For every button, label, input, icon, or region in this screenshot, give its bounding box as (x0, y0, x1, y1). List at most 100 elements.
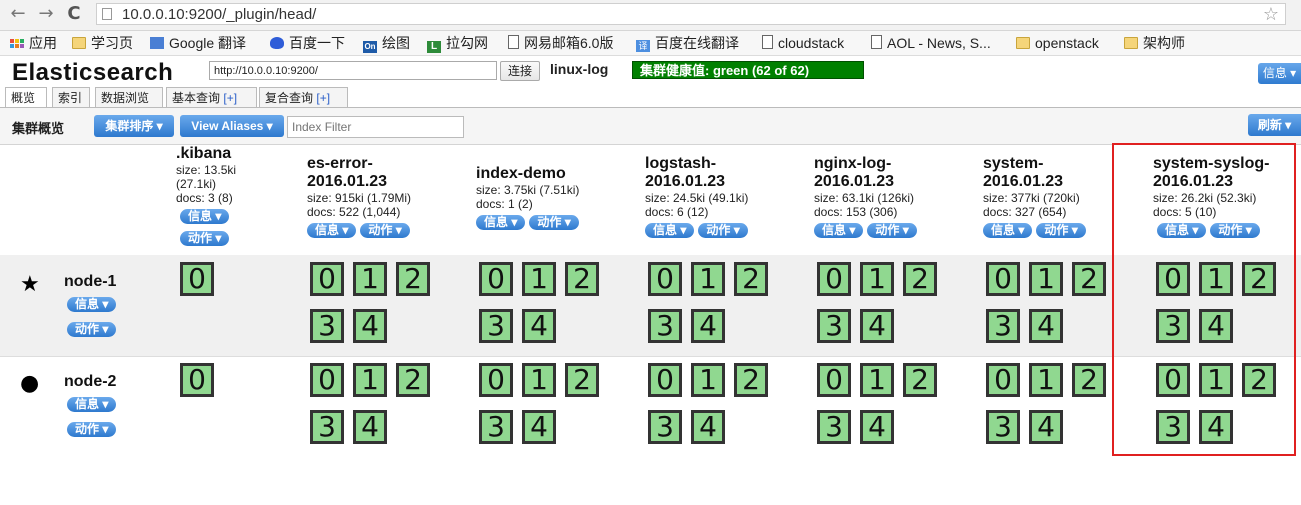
shard-box[interactable]: 4 (353, 309, 387, 343)
shard-box[interactable]: 3 (479, 410, 513, 444)
shard-box[interactable]: 2 (1242, 363, 1276, 397)
shard-box[interactable]: 2 (903, 262, 937, 296)
tab-indices[interactable]: 索引 (52, 87, 90, 107)
shard-box[interactable]: 0 (986, 363, 1020, 397)
address-bar[interactable]: 10.0.0.10:9200/_plugin/head/ ☆ (96, 3, 1286, 25)
index-info-button[interactable]: 信息 ▾ (307, 223, 357, 238)
shard-box[interactable]: 0 (180, 262, 214, 296)
refresh-button[interactable]: 刷新 ▾ (1248, 114, 1301, 136)
shard-box[interactable]: 2 (903, 363, 937, 397)
shard-box[interactable]: 3 (986, 410, 1020, 444)
index-action-button[interactable]: 动作 ▾ (698, 223, 748, 238)
index-info-button[interactable]: 信息 ▾ (814, 223, 864, 238)
shard-box[interactable]: 0 (648, 262, 682, 296)
address-text[interactable]: 10.0.0.10:9200/_plugin/head/ (122, 6, 316, 23)
connect-button[interactable]: 连接 (500, 61, 540, 81)
shard-box[interactable]: 0 (479, 363, 513, 397)
shard-box[interactable]: 2 (734, 262, 768, 296)
shard-box[interactable]: 4 (353, 410, 387, 444)
shard-box[interactable]: 2 (565, 363, 599, 397)
shard-box[interactable]: 0 (479, 262, 513, 296)
bookmark-openstack[interactable]: openstack (1016, 33, 1099, 53)
connect-url-input[interactable] (209, 61, 497, 80)
shard-box[interactable]: 1 (860, 363, 894, 397)
bookmark-apps[interactable]: 应用 (10, 33, 57, 53)
shard-box[interactable]: 3 (310, 410, 344, 444)
shard-box[interactable]: 3 (648, 410, 682, 444)
shard-box[interactable]: 0 (310, 363, 344, 397)
index-action-button[interactable]: 动作 ▾ (867, 223, 917, 238)
bookmark-baidu-translate[interactable]: 译百度在线翻译 (636, 33, 739, 53)
node-action-button[interactable]: 动作 ▾ (67, 322, 117, 337)
shard-box[interactable]: 0 (310, 262, 344, 296)
index-info-button[interactable]: 信息 ▾ (1157, 223, 1207, 238)
node-action-button[interactable]: 动作 ▾ (67, 422, 117, 437)
bookmark-study[interactable]: 学习页 (72, 33, 133, 53)
shard-box[interactable]: 2 (565, 262, 599, 296)
index-info-button[interactable]: 信息 ▾ (180, 209, 230, 224)
index-info-button[interactable]: 信息 ▾ (983, 223, 1033, 238)
index-action-button[interactable]: 动作 ▾ (1210, 223, 1260, 238)
shard-box[interactable]: 1 (1029, 262, 1063, 296)
bookmark-cloudstack[interactable]: cloudstack (762, 33, 844, 53)
shard-box[interactable]: 3 (817, 309, 851, 343)
shard-box[interactable]: 2 (1072, 262, 1106, 296)
shard-box[interactable]: 4 (860, 309, 894, 343)
bookmark-google-translate[interactable]: Google 翻译 (150, 33, 246, 53)
shard-box[interactable]: 0 (817, 262, 851, 296)
shard-box[interactable]: 1 (353, 363, 387, 397)
shard-box[interactable]: 0 (180, 363, 214, 397)
view-aliases-button[interactable]: View Aliases ▾ (180, 115, 284, 137)
index-info-button[interactable]: 信息 ▾ (645, 223, 695, 238)
shard-box[interactable]: 1 (691, 363, 725, 397)
shard-box[interactable]: 3 (1156, 309, 1190, 343)
node-info-button[interactable]: 信息 ▾ (67, 297, 117, 312)
shard-box[interactable]: 4 (691, 309, 725, 343)
index-action-button[interactable]: 动作 ▾ (1036, 223, 1086, 238)
shard-box[interactable]: 4 (1029, 410, 1063, 444)
index-filter-input[interactable] (287, 116, 464, 138)
shard-box[interactable]: 0 (648, 363, 682, 397)
shard-box[interactable]: 1 (691, 262, 725, 296)
index-info-button[interactable]: 信息 ▾ (476, 215, 526, 230)
index-action-button[interactable]: 动作 ▾ (529, 215, 579, 230)
bookmark-baidu[interactable]: 百度一下 (270, 33, 345, 53)
cluster-sort-button[interactable]: 集群排序 ▾ (94, 115, 174, 137)
shard-box[interactable]: 3 (648, 309, 682, 343)
index-action-button[interactable]: 动作 ▾ (360, 223, 410, 238)
shard-box[interactable]: 4 (1199, 410, 1233, 444)
shard-box[interactable]: 2 (734, 363, 768, 397)
shard-box[interactable]: 1 (860, 262, 894, 296)
shard-box[interactable]: 2 (1072, 363, 1106, 397)
tab-overview[interactable]: 概览 (5, 87, 47, 108)
node-info-button[interactable]: 信息 ▾ (67, 397, 117, 412)
shard-box[interactable]: 4 (1199, 309, 1233, 343)
bookmark-star-icon[interactable]: ☆ (1263, 4, 1279, 25)
bookmark-lagou[interactable]: L 拉勾网 (427, 33, 488, 53)
shard-box[interactable]: 4 (860, 410, 894, 444)
shard-box[interactable]: 3 (817, 410, 851, 444)
shard-box[interactable]: 1 (522, 262, 556, 296)
shard-box[interactable]: 1 (1199, 262, 1233, 296)
shard-box[interactable]: 3 (479, 309, 513, 343)
shard-box[interactable]: 3 (310, 309, 344, 343)
shard-box[interactable]: 2 (396, 262, 430, 296)
bookmark-aol[interactable]: AOL - News, S... (871, 33, 991, 53)
shard-box[interactable]: 0 (1156, 363, 1190, 397)
shard-box[interactable]: 4 (691, 410, 725, 444)
shard-box[interactable]: 3 (1156, 410, 1190, 444)
tab-compound-query[interactable]: 复合查询 [+] (259, 87, 348, 107)
shard-box[interactable]: 1 (522, 363, 556, 397)
shard-box[interactable]: 1 (1199, 363, 1233, 397)
info-menu-button[interactable]: 信息 ▾ (1258, 63, 1301, 84)
bookmark-draw[interactable]: On 绘图 (363, 33, 410, 53)
shard-box[interactable]: 0 (986, 262, 1020, 296)
tab-basic-query[interactable]: 基本查询 [+] (166, 87, 257, 107)
tab-browser[interactable]: 数据浏览 (95, 87, 163, 107)
bookmark-163-mail[interactable]: 网易邮箱6.0版 (508, 33, 613, 53)
shard-box[interactable]: 1 (1029, 363, 1063, 397)
shard-box[interactable]: 4 (1029, 309, 1063, 343)
shard-box[interactable]: 0 (1156, 262, 1190, 296)
shard-box[interactable]: 4 (522, 410, 556, 444)
bookmark-architect[interactable]: 架构师 (1124, 33, 1185, 53)
